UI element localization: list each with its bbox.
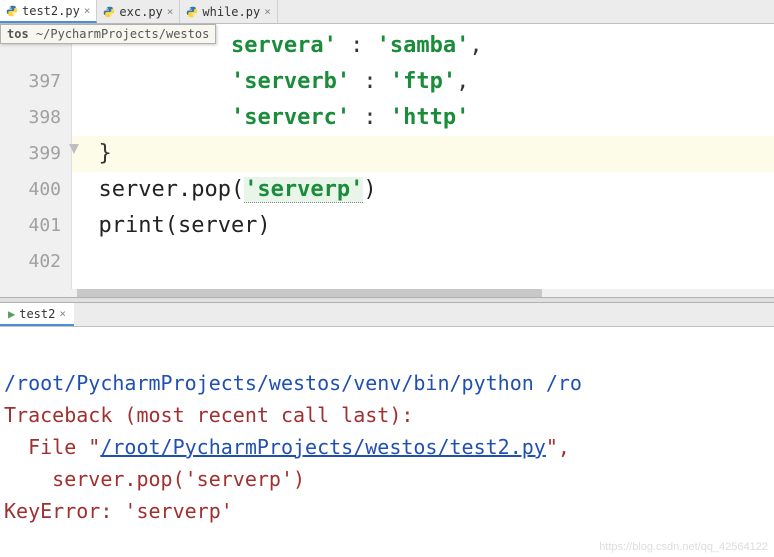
tab-label: exc.py — [119, 5, 162, 19]
close-icon[interactable]: × — [84, 4, 91, 17]
code-line: 'serverb' : 'ftp', — [72, 64, 774, 100]
code-line: } — [72, 136, 774, 172]
console-file-prefix: File " — [4, 435, 100, 459]
tab-label: while.py — [202, 5, 260, 19]
tab-while[interactable]: while.py × — [180, 0, 277, 23]
console-file-link[interactable]: /root/PycharmProjects/westos/test2.py — [100, 435, 546, 459]
line-number: 400 — [0, 172, 71, 208]
tab-label: test2.py — [22, 4, 80, 18]
console-command: /root/PycharmProjects/westos/venv/bin/py… — [4, 371, 582, 395]
line-number: 397 — [0, 64, 71, 100]
fold-icon[interactable] — [68, 136, 80, 148]
line-number: 401 — [0, 208, 71, 244]
tooltip-prefix: tos — [7, 27, 29, 41]
code-editor[interactable]: 397 398 399 400 401 402 servera' : 'samb… — [0, 24, 774, 289]
code-line: print(server) — [72, 208, 774, 244]
line-number: 398 — [0, 100, 71, 136]
console-output[interactable]: /root/PycharmProjects/westos/venv/bin/py… — [0, 327, 774, 535]
tab-test2[interactable]: test2.py × — [0, 0, 97, 23]
console-tab-test2[interactable]: ▶ test2 × — [0, 303, 74, 326]
python-icon — [186, 6, 198, 18]
code-line — [72, 244, 774, 280]
watermark: https://blog.csdn.net/qq_42564122 — [599, 541, 768, 553]
editor-tabs: test2.py × exc.py × while.py × — [0, 0, 774, 24]
tooltip-path: ~/PycharmProjects/westos — [36, 27, 209, 41]
console-call: server.pop('serverp') — [4, 467, 305, 491]
console-tabs: ▶ test2 × — [0, 303, 774, 327]
code-line: server.pop('serverp') — [72, 172, 774, 208]
scrollbar-thumb[interactable] — [77, 289, 541, 297]
close-icon[interactable]: × — [264, 5, 271, 18]
console-traceback: Traceback (most recent call last): — [4, 403, 413, 427]
code-area[interactable]: servera' : 'samba', 'serverb' : 'ftp', '… — [72, 24, 774, 289]
console-tab-label: test2 — [19, 307, 55, 321]
console-file-suffix: ", — [546, 435, 570, 459]
line-number: 399 — [0, 136, 71, 172]
close-icon[interactable]: × — [167, 5, 174, 18]
file-path-tooltip: tos ~/PycharmProjects/westos — [0, 24, 216, 44]
run-icon: ▶ — [8, 307, 15, 321]
line-number: 402 — [0, 244, 71, 280]
tab-exc[interactable]: exc.py × — [97, 0, 180, 23]
line-gutter: 397 398 399 400 401 402 — [0, 24, 72, 289]
python-icon — [6, 5, 18, 17]
horizontal-scrollbar[interactable] — [0, 289, 774, 297]
console-error: KeyError: 'serverp' — [4, 499, 233, 523]
code-line: 'serverc' : 'http' — [72, 100, 774, 136]
python-icon — [103, 6, 115, 18]
close-icon[interactable]: × — [59, 307, 66, 320]
